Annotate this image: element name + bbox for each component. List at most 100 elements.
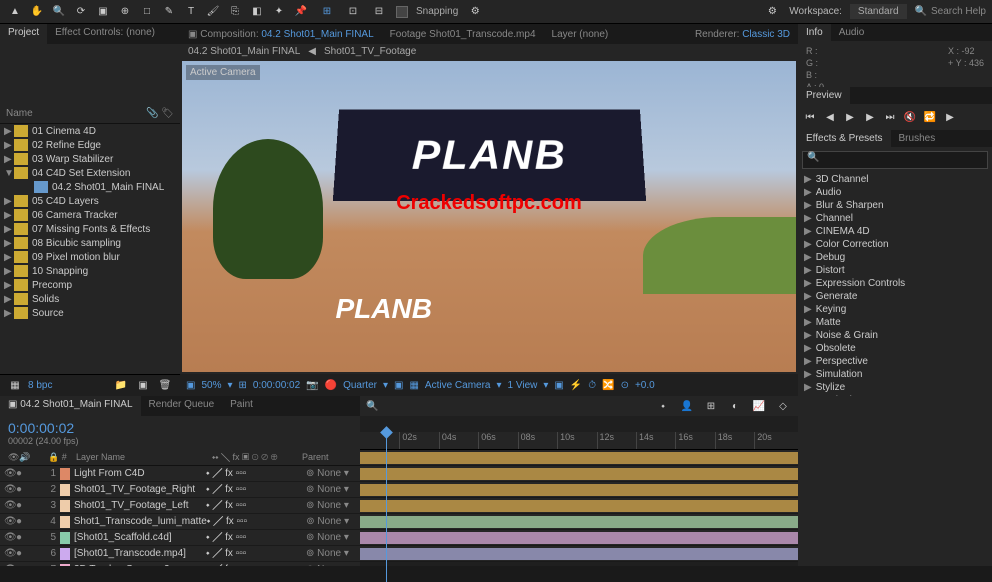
search-layer-icon[interactable]: 🔍 — [366, 401, 378, 412]
project-item[interactable]: ▶01 Cinema 4D — [0, 124, 180, 138]
transparency-icon[interactable]: ▦ — [409, 380, 418, 391]
comp-marker-icon[interactable]: ⬩ — [654, 397, 672, 415]
roto-tool-icon[interactable]: ✦ — [270, 3, 288, 21]
layer-row[interactable]: 👁●5[Shot01_Scaffold.c4d]⬩ ╱ fx ▫▫▫⊚ None… — [0, 530, 360, 546]
tab-project[interactable]: Project — [0, 24, 47, 44]
project-item[interactable]: ▶02 Refine Edge — [0, 138, 180, 152]
project-item[interactable]: ▶08 Bicubic sampling — [0, 236, 180, 250]
project-item[interactable]: ▶Precomp — [0, 278, 180, 292]
layer-row[interactable]: 👁●73D Tracker Camera 2⬩ ╱ fx ▫▫▫⊚ None ▾ — [0, 562, 360, 566]
project-item[interactable]: ▶03 Warp Stabilizer — [0, 152, 180, 166]
rotate-tool-icon[interactable]: ⟳ — [72, 3, 90, 21]
tab-paint[interactable]: Paint — [222, 396, 261, 416]
comp-breadcrumb-1[interactable]: 04.2 Shot01_Main FINAL — [188, 46, 300, 57]
trash-icon[interactable]: 🗑 — [156, 377, 174, 395]
timeline-icon[interactable]: ⏱ — [588, 380, 596, 391]
effect-category[interactable]: ▶Debug — [798, 251, 992, 264]
track-row[interactable] — [360, 546, 798, 562]
new-comp-icon[interactable]: ▣ — [134, 377, 152, 395]
next-frame-icon[interactable]: ▶ — [862, 110, 878, 124]
layer-row[interactable]: 👁●1Light From C4D⬩ ╱ fx ▫▫▫⊚ None ▾ — [0, 466, 360, 482]
frame-blend-icon[interactable]: ⊞ — [702, 397, 720, 415]
tab-effects[interactable]: Effects & Presets — [798, 130, 891, 147]
timecode-display[interactable]: 0:00:00:02 — [253, 380, 300, 391]
track-row[interactable] — [360, 482, 798, 498]
motion-blur-icon[interactable]: ◐ — [726, 397, 744, 415]
project-item[interactable]: ▶09 Pixel motion blur — [0, 250, 180, 264]
project-item[interactable]: 04.2 Shot01_Main FINAL — [0, 180, 180, 194]
view-dropdown[interactable]: Active Camera — [425, 380, 491, 391]
effect-category[interactable]: ▶Channel — [798, 212, 992, 225]
first-frame-icon[interactable]: ⏮ — [802, 110, 818, 124]
playhead[interactable] — [386, 432, 387, 582]
track-row[interactable] — [360, 450, 798, 466]
effect-category[interactable]: ▶Distort — [798, 264, 992, 277]
effect-category[interactable]: ▶Blur & Sharpen — [798, 199, 992, 212]
effect-category[interactable]: ▶Stylize — [798, 381, 992, 394]
tab-audio[interactable]: Audio — [831, 24, 873, 41]
zoom-tool-icon[interactable]: 🔍 — [50, 3, 68, 21]
reset-exposure-icon[interactable]: ⊙ — [621, 380, 629, 391]
ram-preview-icon[interactable]: ▶ — [942, 110, 958, 124]
shy-icon[interactable]: 👤 — [678, 397, 696, 415]
view-axis-icon[interactable]: ⊟ — [370, 3, 388, 21]
renderer-display[interactable]: Renderer: Classic 3D — [695, 29, 798, 40]
project-item[interactable]: ▶07 Missing Fonts & Effects — [0, 222, 180, 236]
clone-tool-icon[interactable]: ⎘ — [226, 3, 244, 21]
loop-icon[interactable]: 🔁 — [922, 110, 938, 124]
draft-3d-icon[interactable]: ◇ — [774, 397, 792, 415]
exposure-value[interactable]: +0.0 — [635, 380, 655, 391]
new-folder-icon[interactable]: 📁 — [112, 377, 130, 395]
hand-tool-icon[interactable]: ✋ — [28, 3, 46, 21]
project-item[interactable]: ▶Source — [0, 306, 180, 320]
workspace-dropdown[interactable]: Standard — [850, 4, 907, 19]
track-row[interactable] — [360, 466, 798, 482]
layer-tab[interactable]: Layer (none) — [544, 26, 617, 43]
effect-category[interactable]: ▶Generate — [798, 290, 992, 303]
layer-row[interactable]: 👁●4Shot1_Transcode_lumi_matte⬩ ╱ fx ▫▫▫⊚… — [0, 514, 360, 530]
graph-editor-icon[interactable]: 📈 — [750, 397, 768, 415]
tab-preview[interactable]: Preview — [798, 87, 850, 104]
puppet-tool-icon[interactable]: 📌 — [292, 3, 310, 21]
camera-tool-icon[interactable]: ▣ — [94, 3, 112, 21]
layer-row[interactable]: 👁●3Shot01_TV_Footage_Left⬩ ╱ fx ▫▫▫⊚ Non… — [0, 498, 360, 514]
effect-category[interactable]: ▶Perspective — [798, 355, 992, 368]
pen-tool-icon[interactable]: ✎ — [160, 3, 178, 21]
flowchart-icon[interactable]: 🔀 — [602, 380, 614, 391]
layer-row[interactable]: 👁●6[Shot01_Transcode.mp4]⬩ ╱ fx ▫▫▫⊚ Non… — [0, 546, 360, 562]
timeline-ruler[interactable]: 02s04s06s08s10s12s14s16s18s20s — [360, 432, 798, 450]
eraser-tool-icon[interactable]: ◧ — [248, 3, 266, 21]
views-dropdown[interactable]: 1 View — [508, 380, 538, 391]
prev-frame-icon[interactable]: ◀ — [822, 110, 838, 124]
project-item[interactable]: ▶06 Camera Tracker — [0, 208, 180, 222]
res-icon[interactable]: ⊞ — [239, 380, 247, 391]
bpc-button[interactable]: 8 bpc — [28, 380, 52, 391]
project-item[interactable]: ▼04 C4D Set Extension — [0, 166, 180, 180]
resolution-dropdown[interactable]: Quarter — [343, 380, 377, 391]
effect-category[interactable]: ▶3D Channel — [798, 173, 992, 186]
play-icon[interactable]: ▶ — [842, 110, 858, 124]
comp-breadcrumb-2[interactable]: Shot01_TV_Footage — [324, 46, 416, 57]
tab-effect-controls[interactable]: Effect Controls: (none) — [47, 24, 163, 44]
roi-icon[interactable]: ▣ — [394, 380, 403, 391]
zoom-dropdown[interactable]: 50% — [201, 380, 221, 391]
always-preview-icon[interactable]: ▣ — [186, 380, 195, 391]
project-item[interactable]: ▶10 Snapping — [0, 264, 180, 278]
snapping-options-icon[interactable]: ⚙ — [466, 3, 484, 21]
project-item[interactable]: ▶05 C4D Layers — [0, 194, 180, 208]
composition-viewer[interactable]: PLANB PLANB Active Camera Crackedsoftpc.… — [182, 61, 796, 372]
tab-brushes[interactable]: Brushes — [891, 130, 944, 147]
timeline-timecode[interactable]: 0:00:00:02 — [8, 420, 352, 436]
project-item[interactable]: ▶Solids — [0, 292, 180, 306]
effect-category[interactable]: ▶Keying — [798, 303, 992, 316]
effect-category[interactable]: ▶Matte — [798, 316, 992, 329]
search-help[interactable]: 🔍 Search Help — [915, 6, 986, 17]
last-frame-icon[interactable]: ⏭ — [882, 110, 898, 124]
channel-icon[interactable]: 🔴 — [325, 380, 337, 391]
mute-icon[interactable]: 🔇 — [902, 110, 918, 124]
tab-render-queue[interactable]: Render Queue — [141, 396, 223, 416]
pixel-aspect-icon[interactable]: ▣ — [554, 380, 563, 391]
layer-row[interactable]: 👁●2Shot01_TV_Footage_Right⬩ ╱ fx ▫▫▫⊚ No… — [0, 482, 360, 498]
effect-category[interactable]: ▶Obsolete — [798, 342, 992, 355]
bin-icon[interactable]: ▦ — [6, 377, 24, 395]
